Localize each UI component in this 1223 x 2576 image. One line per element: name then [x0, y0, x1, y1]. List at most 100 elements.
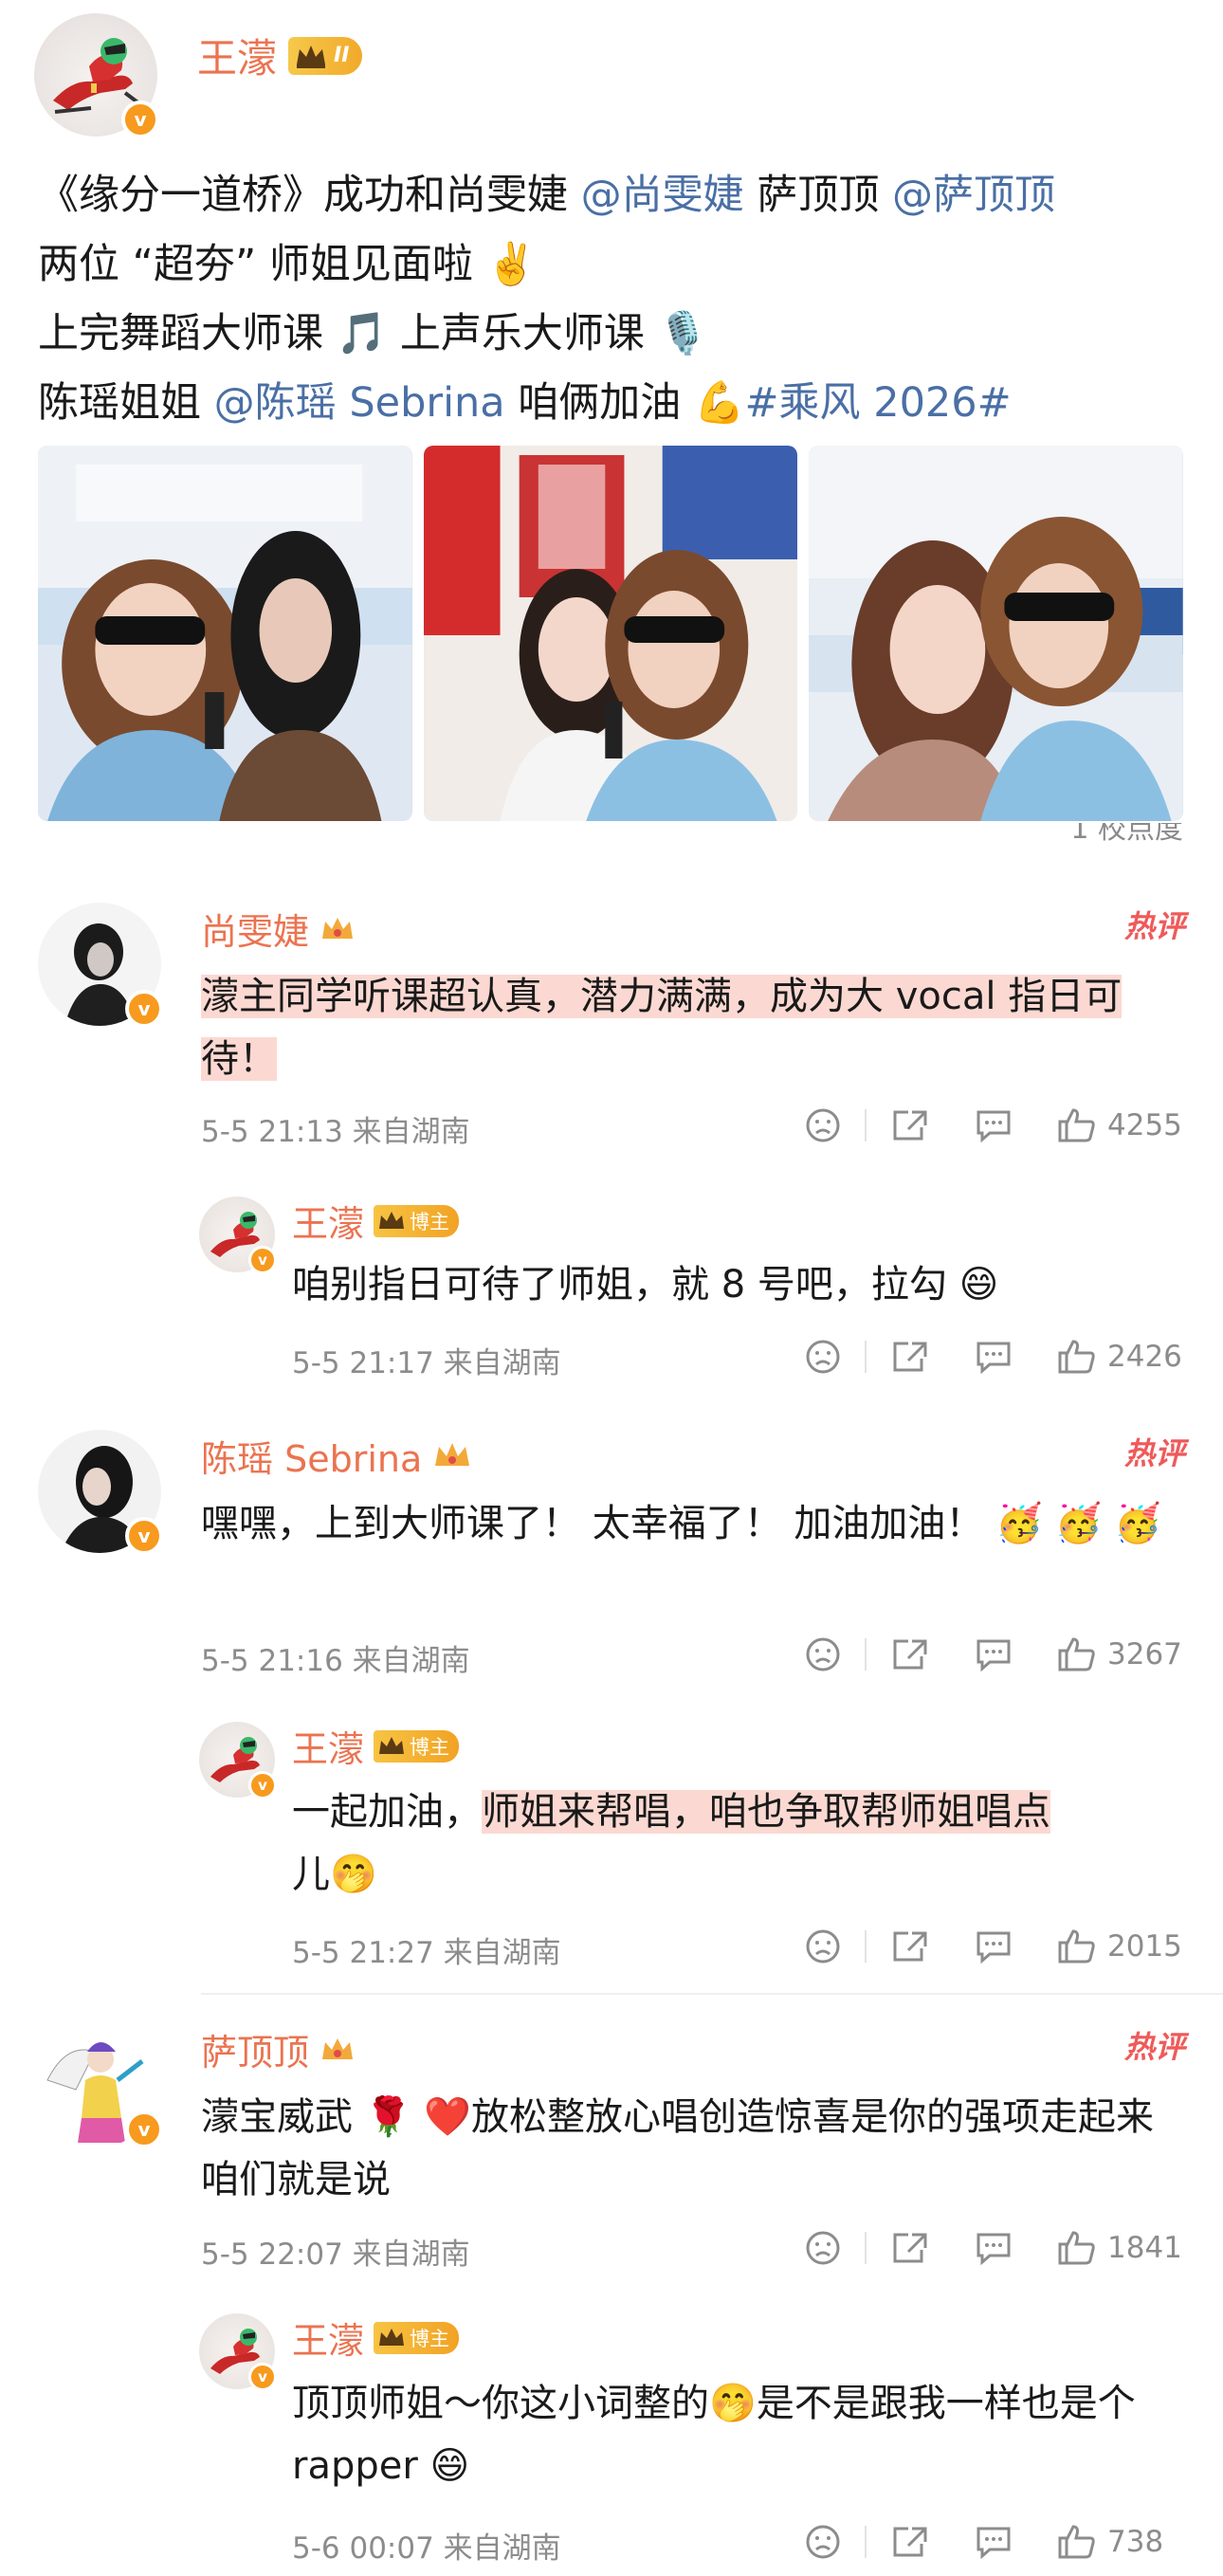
blogger-badge-label: 博主 [410, 1735, 450, 1759]
comment-button[interactable] [973, 2523, 1014, 2561]
comment-bubble-icon [977, 1110, 1011, 1143]
commenter-name-row[interactable]: 陈瑶 Sebrina [201, 1430, 473, 1482]
hot-comment-tag: 热评 [1123, 908, 1185, 944]
comment-button[interactable] [973, 1635, 1014, 1673]
mention-link[interactable]: @尚雯婕 [581, 172, 744, 219]
commenter-name[interactable]: 尚雯婕 [201, 903, 309, 955]
commenter-name-row[interactable]: 尚雯婕 [201, 903, 356, 955]
share-button[interactable] [889, 2229, 931, 2267]
post-text-segment: 两位 “超夯” 师姐见面啦 [38, 241, 486, 288]
commenter-avatar[interactable]: v [38, 1430, 163, 1555]
comment-meta: 5-5 21:16 来自湖南 [201, 1644, 470, 1678]
blogger-badge: 博主 [374, 1729, 460, 1763]
verified-badge-icon: v [121, 100, 159, 138]
dislike-button[interactable] [804, 1927, 842, 1965]
reply-meta: 5-6 00:07 来自湖南 [292, 2531, 561, 2566]
emoji-icon: 🎙️ [657, 310, 709, 357]
post-line: 陈瑶姐姐 @陈瑶 Sebrina 咱俩加油 💪#乘风 2026# [38, 369, 1195, 438]
rank-badge: II [288, 36, 363, 75]
like-button[interactable] [1056, 1338, 1098, 1376]
commenter-avatar[interactable]: v [38, 2023, 163, 2148]
replier-name[interactable]: 王濛 [292, 1720, 364, 1772]
like-button[interactable] [1056, 1106, 1098, 1144]
rose-heart-emoji-icon: 🌹 ❤️ [364, 2095, 472, 2139]
like-button[interactable] [1056, 2523, 1098, 2561]
mention-link[interactable]: @萨顶顶 [892, 172, 1055, 219]
commenter-name[interactable]: 萨顶顶 [201, 2023, 309, 2075]
reply-text: 顶顶师姐～你这小词整的🤭是不是跟我一样也是个 rapper 😄 [292, 2372, 1193, 2497]
highlighted-text: 濛主同学听课超认真，潜力满满，成为大 vocal 指日可待！ [201, 975, 1123, 1081]
replier-avatar[interactable]: v [199, 1197, 277, 1274]
share-button[interactable] [889, 1106, 931, 1144]
photo-grid [38, 446, 1184, 821]
share-button[interactable] [889, 2523, 931, 2561]
comment-text: 嘿嘿，上到大师课了！ 太幸福了！ 加油加油！ 🥳 🥳 🥳 [201, 1492, 1187, 1555]
dislike-button[interactable] [804, 1106, 842, 1144]
replier-name-row[interactable]: 王濛 博主 [292, 2311, 460, 2364]
replier-avatar[interactable]: v [199, 1722, 277, 1800]
commenter-avatar[interactable]: v [38, 903, 163, 1028]
more-tag[interactable]: 1 校点度 [1041, 823, 1183, 842]
comment-text: 濛主同学听课超认真，潜力满满，成为大 vocal 指日可待！ [201, 965, 1187, 1090]
verified-badge-icon: v [125, 990, 163, 1028]
comment-button[interactable] [973, 1338, 1014, 1376]
commenter-name[interactable]: 陈瑶 Sebrina [201, 1430, 422, 1482]
comment-actions: 4255 [804, 1102, 1185, 1149]
hashtag-link[interactable]: #乘风 2026# [745, 379, 1012, 427]
comment-button[interactable] [973, 2229, 1014, 2267]
dislike-button[interactable] [804, 1635, 842, 1673]
share-button[interactable] [889, 1635, 931, 1673]
thumbs-up-icon [1058, 1340, 1095, 1374]
comment-button[interactable] [973, 1106, 1014, 1144]
like-button[interactable] [1056, 2229, 1098, 2267]
crown-icon [379, 1211, 405, 1229]
replier-avatar[interactable]: v [199, 2313, 277, 2391]
rank-level: II [334, 44, 350, 67]
verified-badge-icon: v [125, 2110, 163, 2148]
dislike-button[interactable] [804, 2523, 842, 2561]
frown-icon [806, 2525, 840, 2559]
author-avatar[interactable]: v [34, 13, 159, 138]
comment-actions: 1841 [804, 2224, 1185, 2272]
reply-actions: 738 [804, 2518, 1185, 2566]
comment-button[interactable] [973, 1927, 1014, 1965]
share-button[interactable] [889, 1927, 931, 1965]
comment-actions: 3267 [804, 1631, 1185, 1678]
post-header: v 王濛 II [34, 13, 363, 138]
emoji-icon: 🎵 [336, 310, 388, 357]
replier-name-row[interactable]: 王濛 博主 [292, 1195, 460, 1247]
replier-name[interactable]: 王濛 [292, 1195, 364, 1247]
photo-3[interactable] [809, 446, 1184, 821]
dislike-button[interactable] [804, 1338, 842, 1376]
hot-comment-tag: 热评 [1123, 2029, 1185, 2065]
reply-text: 一起加油，师姐来帮唱，咱也争取帮师姐唱点 儿🤭 [292, 1781, 1193, 1906]
like-button[interactable] [1056, 1635, 1098, 1673]
post-text-segment: 萨顶顶 [743, 172, 893, 219]
reply-text-tail: 儿 [292, 1853, 330, 1896]
post-line: 《缘分一道桥》成功和尚雯婕 @尚雯婕 萨顶顶 @萨顶顶 [38, 161, 1195, 230]
replier-name[interactable]: 王濛 [292, 2311, 364, 2364]
laughing-emoji-icon: 😄 [958, 1263, 999, 1306]
emoji-icon: ✌️ [485, 241, 538, 288]
replier-name-row[interactable]: 王濛 博主 [292, 1720, 460, 1772]
frown-icon [806, 1929, 840, 1964]
mention-link[interactable]: @陈瑶 Sebrina [214, 379, 505, 427]
photo-1[interactable] [38, 446, 412, 821]
like-button[interactable] [1056, 1927, 1098, 1965]
commenter-name-row[interactable]: 萨顶顶 [201, 2023, 356, 2075]
frown-icon [806, 1340, 840, 1374]
blogger-badge-label: 博主 [410, 1210, 450, 1233]
blogger-badge-label: 博主 [410, 2327, 450, 2350]
verified-badge-icon: v [248, 1246, 277, 1274]
section-divider [201, 1993, 1223, 1995]
frown-icon [806, 2231, 840, 2265]
photo-2[interactable] [423, 446, 798, 821]
post-author[interactable]: 王濛 II [197, 27, 363, 84]
reply-meta: 5-5 21:17 来自湖南 [292, 1346, 561, 1380]
dislike-button[interactable] [804, 2229, 842, 2267]
frown-icon [806, 1637, 840, 1672]
share-icon [893, 1342, 927, 1372]
thumbs-up-icon [1058, 1108, 1095, 1142]
author-name[interactable]: 王濛 [197, 27, 277, 84]
share-button[interactable] [889, 1338, 931, 1376]
